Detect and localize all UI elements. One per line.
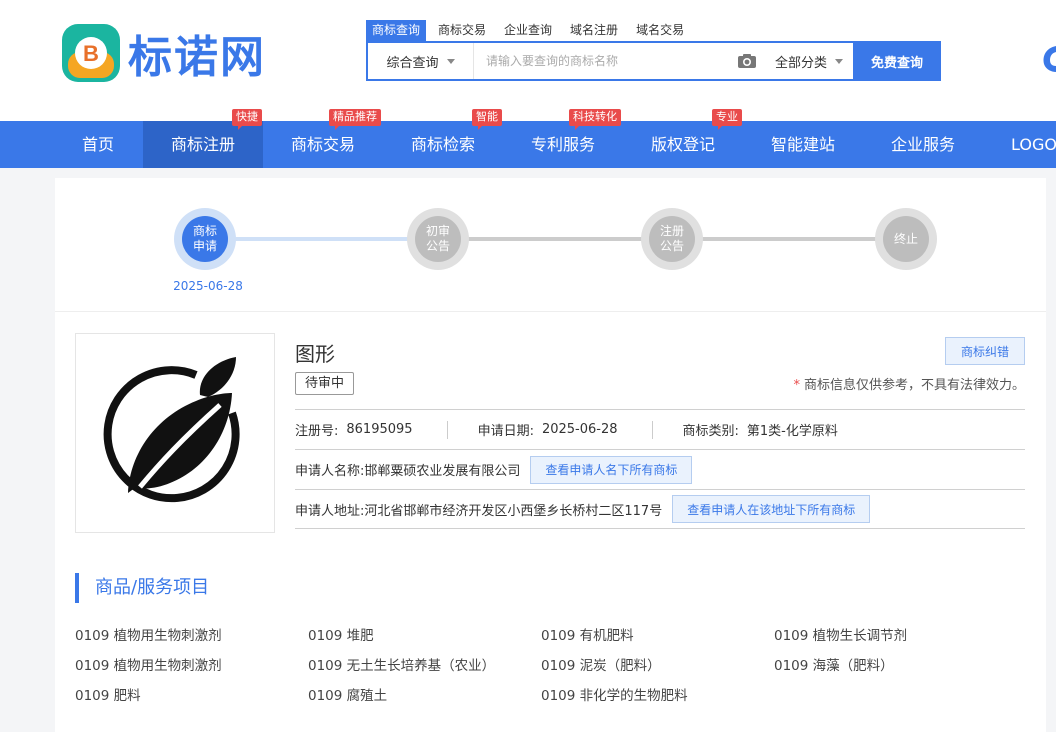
trademark-detail-card: 商标 申请 初审 公告 注册 公告 终止 2025-06-28 图形 待审中 商标纠错… xyxy=(55,178,1046,732)
nav-item-trademark-trade[interactable]: 商标交易 精品推荐 xyxy=(263,109,383,168)
nav-item-copyright[interactable]: 版权登记 专业 xyxy=(623,109,743,168)
nav-item-label: LOGO xyxy=(1011,135,1056,154)
goods-item: 0109 腐殖土 xyxy=(308,688,388,704)
disclaimer: * 商标信息仅供参考，不具有法律效力。 xyxy=(775,374,1025,393)
divider xyxy=(446,420,448,439)
step-label: 商标 申请 xyxy=(182,216,228,262)
nav-badge: 科技转化 xyxy=(569,109,621,130)
step-preliminary: 初审 公告 xyxy=(407,208,469,270)
chevron-down-icon xyxy=(835,58,843,64)
class-label: 商标类别: xyxy=(682,424,739,439)
class-value: 第1类-化学原料 xyxy=(746,424,838,439)
goods-item: 0109 植物用生物刺激剂 xyxy=(75,628,222,644)
nav-item-label: 首页 xyxy=(81,135,114,154)
search-tab-company[interactable]: 企业查询 xyxy=(498,20,558,41)
nav-item-patent[interactable]: 专利服务 科技转化 xyxy=(503,109,623,168)
search-input[interactable] xyxy=(474,43,735,79)
info-row-applicant: 申请人名称: 邯郸粟硕农业发展有限公司 查看申请人名下所有商标 xyxy=(295,449,1025,489)
search-tabs: 商标查询 商标交易 企业查询 域名注册 域名交易 xyxy=(366,20,696,41)
view-address-trademarks-button[interactable]: 查看申请人在该地址下所有商标 xyxy=(672,495,871,523)
report-error-button[interactable]: 商标纠错 xyxy=(945,337,1025,365)
goods-item: 0109 无土生长培养基（农业） xyxy=(308,658,496,674)
search-category-label: 全部分类 xyxy=(774,55,827,71)
step-terminated: 终止 xyxy=(875,208,937,270)
nav-item-label: 智能建站 xyxy=(770,135,835,154)
apply-date-label: 申请日期: xyxy=(477,424,534,439)
logo-mark-icon: B xyxy=(62,24,120,82)
header: B 标诺网 商标查询 商标交易 企业查询 域名注册 域名交易 综合查询 全部分类… xyxy=(0,0,1056,121)
search-tab-trademark[interactable]: 商标查询 xyxy=(366,20,427,41)
nav-badge: 专业 xyxy=(712,109,742,130)
address-value: 河北省邯郸市经济开发区小西堡乡长桥村二区117号 xyxy=(364,503,663,519)
progress-line xyxy=(699,237,899,241)
step-registered: 注册 公告 xyxy=(641,208,703,270)
applicant-label: 申请人名称: xyxy=(295,464,365,479)
step-label: 初审 公告 xyxy=(415,216,461,262)
reg-no-label: 注册号: xyxy=(295,424,339,439)
goods-item: 0109 植物生长调节剂 xyxy=(774,628,908,644)
step-label: 终止 xyxy=(883,216,929,262)
nav-item-logo[interactable]: LOGO xyxy=(976,121,1056,168)
nav-item-trademark-register[interactable]: 商标注册 快捷 xyxy=(143,109,263,168)
divider xyxy=(651,420,653,439)
status-badge: 待审中 xyxy=(295,372,355,395)
reg-no-value: 86195095 xyxy=(346,422,413,437)
search-category-select[interactable]: 全部分类 xyxy=(765,52,853,71)
goods-item: 0109 肥料 xyxy=(75,688,141,704)
search-tab-domain-register[interactable]: 域名注册 xyxy=(564,20,624,41)
address-label: 申请人地址: xyxy=(295,503,365,519)
goods-item: 0109 泥炭（肥料） xyxy=(541,658,661,674)
nav-badge: 精品推荐 xyxy=(329,109,381,130)
chevron-down-icon xyxy=(446,58,455,64)
nav-item-home[interactable]: 首页 xyxy=(38,121,158,168)
camera-icon[interactable] xyxy=(735,49,759,73)
search-box: 综合查询 全部分类 免费查询 xyxy=(366,41,941,81)
nav-item-label: 商标注册 xyxy=(170,135,235,154)
nav-item-label: 商标检索 xyxy=(410,135,475,154)
step-label: 注册 公告 xyxy=(649,216,695,262)
progress-line xyxy=(465,237,665,241)
disclaimer-text: 商标信息仅供参考，不具有法律效力。 xyxy=(803,378,1025,393)
svg-text:B: B xyxy=(83,41,99,66)
leaf-logo-icon xyxy=(103,357,240,503)
search-tab-trade[interactable]: 商标交易 xyxy=(432,20,492,41)
progress-line xyxy=(232,237,432,241)
search-button[interactable]: 免费查询 xyxy=(853,41,941,81)
info-row-basic: 注册号: 86195095 申请日期: 2025-06-28 商标类别: 第1类… xyxy=(295,409,1025,449)
search-scope-select[interactable]: 综合查询 xyxy=(368,43,474,79)
phone-icon xyxy=(1040,44,1056,78)
goods-item: 0109 植物用生物刺激剂 xyxy=(75,658,222,674)
step-date: 2025-06-28 xyxy=(173,279,243,293)
status-progress: 商标 申请 初审 公告 注册 公告 终止 2025-06-28 xyxy=(55,178,1046,312)
trademark-image xyxy=(75,333,275,533)
applicant-value: 邯郸粟硕农业发展有限公司 xyxy=(364,464,521,479)
apply-date-value: 2025-06-28 xyxy=(541,422,618,437)
nav-item-label: 企业服务 xyxy=(890,135,955,154)
nav-item-trademark-search[interactable]: 商标检索 智能 xyxy=(383,109,503,168)
goods-item: 0109 有机肥料 xyxy=(541,628,634,644)
search-tab-domain-trade[interactable]: 域名交易 xyxy=(630,20,690,41)
nav-item-label: 版权登记 xyxy=(650,135,715,154)
goods-section-title: 商品/服务项目 xyxy=(75,573,209,603)
nav-badge: 快捷 xyxy=(232,109,262,130)
step-apply: 商标 申请 xyxy=(174,208,236,270)
search-scope-label: 综合查询 xyxy=(386,55,439,71)
goods-item: 0109 海藻（肥料） xyxy=(774,658,894,674)
trademark-name: 图形 xyxy=(295,342,335,366)
asterisk-icon: * xyxy=(793,378,800,393)
view-applicant-trademarks-button[interactable]: 查看申请人名下所有商标 xyxy=(530,455,693,484)
info-row-address: 申请人地址: 河北省邯郸市经济开发区小西堡乡长桥村二区117号 查看申请人在该地… xyxy=(295,489,1025,529)
nav-badge: 智能 xyxy=(472,109,502,130)
logo-text: 标诺网 xyxy=(128,32,266,83)
nav-item-enterprise[interactable]: 企业服务 xyxy=(863,121,983,168)
nav-item-website[interactable]: 智能建站 xyxy=(743,121,863,168)
site-logo[interactable]: B 标诺网 xyxy=(60,22,266,84)
nav-item-label: 专利服务 xyxy=(530,135,595,154)
goods-item: 0109 堆肥 xyxy=(308,628,374,644)
nav-item-label: 商标交易 xyxy=(290,135,355,154)
main-nav: 首页 商标注册 快捷 商标交易 精品推荐 商标检索 智能 专利服务 科技转化 版… xyxy=(0,109,1056,168)
goods-item: 0109 非化学的生物肥料 xyxy=(541,688,688,704)
